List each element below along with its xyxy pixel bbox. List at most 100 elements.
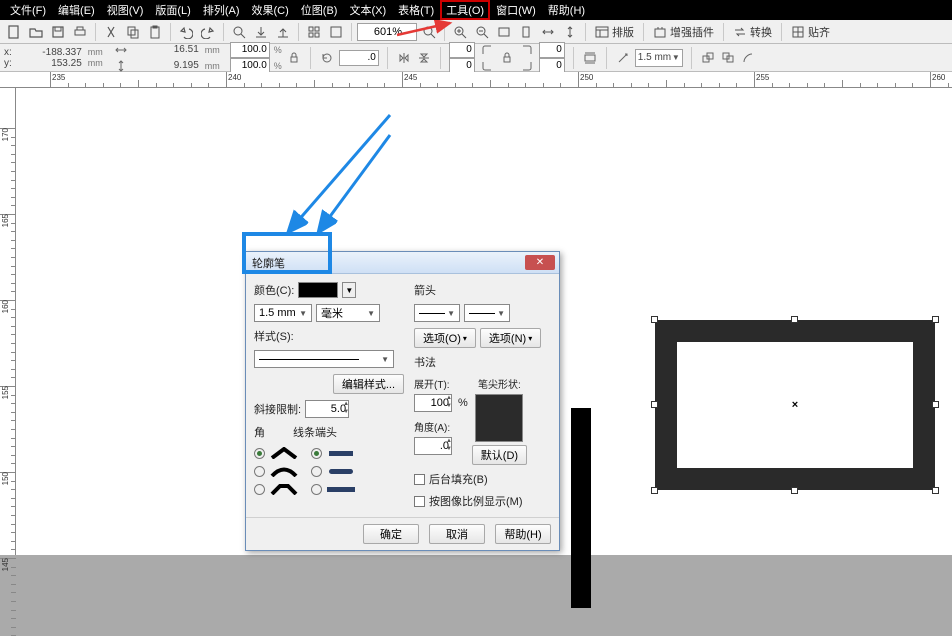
welcome-icon[interactable] — [326, 22, 346, 42]
cut-icon[interactable] — [101, 22, 121, 42]
width-icon — [113, 42, 129, 58]
import-icon[interactable] — [251, 22, 271, 42]
behind-fill-checkbox[interactable] — [414, 474, 425, 485]
outline-width-dropdown[interactable]: 1.5 mm▼ — [635, 49, 683, 67]
corner-tr-input[interactable] — [539, 42, 565, 58]
cap-butt-radio[interactable] — [311, 448, 322, 459]
corner-lock-icon[interactable] — [499, 50, 515, 66]
corner-miter-radio[interactable] — [254, 448, 265, 459]
menu-file[interactable]: 文件(F) — [4, 0, 52, 20]
selected-rectangle[interactable]: × — [655, 320, 935, 490]
miter-up-icon[interactable]: ▲ — [341, 401, 351, 409]
menu-text[interactable]: 文本(X) — [343, 0, 392, 20]
close-button[interactable]: ✕ — [525, 255, 555, 270]
app-launcher-icon[interactable] — [304, 22, 324, 42]
corner-tl-icon — [479, 42, 495, 58]
style-dropdown[interactable]: ▼ — [254, 350, 394, 368]
miter-down-icon[interactable]: ▼ — [341, 409, 351, 417]
export-icon[interactable] — [273, 22, 293, 42]
scale-x-input[interactable] — [230, 42, 270, 58]
size-h-value: 9.195 — [133, 60, 201, 71]
handle-tr[interactable] — [932, 316, 939, 323]
rotate-icon — [319, 50, 335, 66]
layout-button[interactable]: 排版 — [591, 22, 638, 42]
pos-x-label: x: — [4, 47, 12, 58]
new-icon[interactable] — [4, 22, 24, 42]
scale-with-label: 按图像比例显示(M) — [429, 493, 523, 509]
handle-bl[interactable] — [651, 487, 658, 494]
menu-arrange[interactable]: 排列(A) — [197, 0, 246, 20]
arrow-options-start-button[interactable]: 选项(O) ▾ — [414, 328, 476, 348]
width-dropdown[interactable]: 1.5 mm▼ — [254, 304, 312, 322]
arrow-start-dropdown[interactable]: ▼ — [414, 304, 460, 322]
close-icon: ✕ — [536, 257, 544, 268]
corner-tl-input[interactable] — [449, 42, 475, 58]
menu-effects[interactable]: 效果(C) — [246, 0, 295, 20]
angle-up-icon[interactable]: ▲ — [444, 438, 454, 446]
to-back-icon[interactable] — [720, 50, 736, 66]
convert-curves-icon[interactable] — [740, 50, 756, 66]
lock-ratio-icon[interactable] — [286, 50, 302, 66]
pos-y-value: 153.25 — [16, 58, 84, 69]
menu-help[interactable]: 帮助(H) — [542, 0, 591, 20]
find-icon[interactable] — [229, 22, 249, 42]
edit-style-button[interactable]: 编辑样式... — [333, 374, 404, 394]
handle-ml[interactable] — [651, 401, 658, 408]
open-icon[interactable] — [26, 22, 46, 42]
menu-tools[interactable]: 工具(O) — [440, 0, 490, 20]
zoom-width-icon[interactable] — [538, 22, 558, 42]
handle-bm[interactable] — [791, 487, 798, 494]
rotate-input[interactable] — [339, 50, 379, 66]
width-unit-dropdown[interactable]: 毫米▼ — [316, 304, 380, 322]
zoom-page-icon[interactable] — [516, 22, 536, 42]
print-icon[interactable] — [70, 22, 90, 42]
color-swatch[interactable] — [298, 282, 338, 298]
redo-icon[interactable] — [198, 22, 218, 42]
zoom-height-icon[interactable] — [560, 22, 580, 42]
shadow-rect — [571, 408, 591, 608]
help-button[interactable]: 帮助(H) — [495, 524, 551, 544]
corner-bevel-radio[interactable] — [254, 484, 265, 495]
color-dropdown-icon[interactable]: ▼ — [342, 282, 356, 298]
style-label: 样式(S): — [254, 331, 294, 343]
cap-round-radio[interactable] — [311, 466, 322, 477]
corner-bevel-icon — [269, 482, 299, 496]
default-button[interactable]: 默认(D) — [472, 445, 527, 465]
handle-tl[interactable] — [651, 316, 658, 323]
convert-button[interactable]: 转换 — [729, 22, 776, 42]
menu-edit[interactable]: 编辑(E) — [52, 0, 101, 20]
menu-view[interactable]: 视图(V) — [101, 0, 150, 20]
handle-tm[interactable] — [791, 316, 798, 323]
paste-icon[interactable] — [145, 22, 165, 42]
cap-square-radio[interactable] — [311, 484, 322, 495]
menu-table[interactable]: 表格(T) — [392, 0, 440, 20]
cancel-button[interactable]: 取消 — [429, 524, 485, 544]
angle-down-icon[interactable]: ▼ — [444, 446, 454, 454]
arrow-end-dropdown[interactable]: ▼ — [464, 304, 510, 322]
zoom-fit-icon[interactable] — [494, 22, 514, 42]
scale-with-checkbox[interactable] — [414, 496, 425, 507]
plugins-button[interactable]: 增强插件 — [649, 22, 718, 42]
color-label: 颜色(C): — [254, 282, 294, 298]
angle-label: 角度(A): — [414, 419, 468, 434]
text-wrap-icon[interactable] — [582, 50, 598, 66]
annotation-arrow-2 — [310, 130, 400, 240]
menu-layout[interactable]: 版面(L) — [149, 0, 196, 20]
corner-round-radio[interactable] — [254, 466, 265, 477]
ok-button[interactable]: 确定 — [363, 524, 419, 544]
menu-window[interactable]: 窗口(W) — [490, 0, 542, 20]
handle-mr[interactable] — [932, 401, 939, 408]
stretch-down-icon[interactable]: ▼ — [444, 403, 454, 411]
copy-icon[interactable] — [123, 22, 143, 42]
mirror-v-icon[interactable] — [416, 50, 432, 66]
save-icon[interactable] — [48, 22, 68, 42]
snap-button[interactable]: 贴齐 — [787, 22, 834, 42]
stretch-up-icon[interactable]: ▲ — [444, 395, 454, 403]
menu-bitmap[interactable]: 位图(B) — [295, 0, 344, 20]
arrow-options-end-button[interactable]: 选项(N) ▾ — [480, 328, 541, 348]
to-front-icon[interactable] — [700, 50, 716, 66]
mirror-h-icon[interactable] — [396, 50, 412, 66]
handle-br[interactable] — [932, 487, 939, 494]
zoom-out-icon[interactable] — [472, 22, 492, 42]
undo-icon[interactable] — [176, 22, 196, 42]
